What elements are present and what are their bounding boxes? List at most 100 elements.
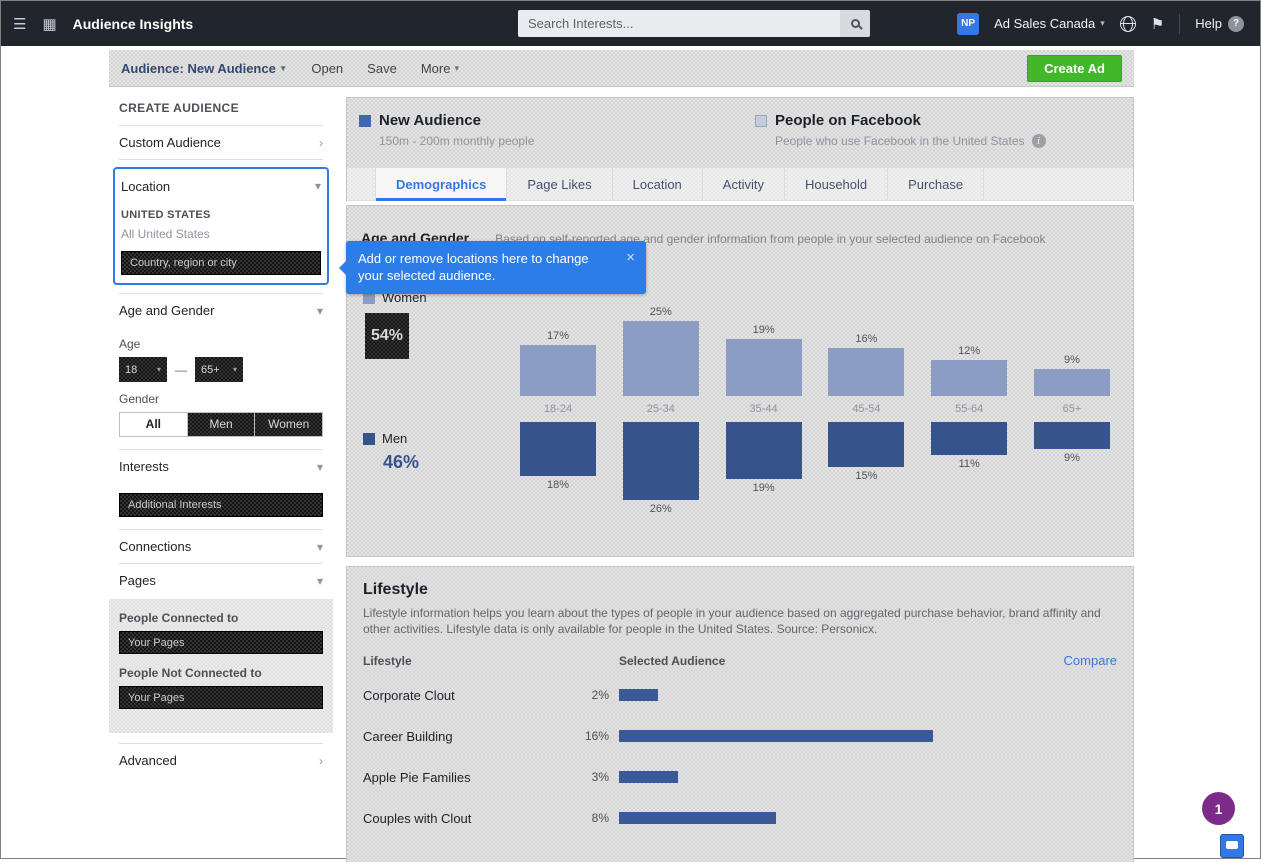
tabs: DemographicsPage LikesLocationActivityHo… bbox=[347, 167, 1133, 201]
globe-icon[interactable] bbox=[1120, 16, 1136, 32]
chart-legend: Women 54% Men 46% bbox=[357, 256, 507, 542]
chevron-down-icon: ▾ bbox=[454, 63, 459, 74]
lifestyle-value: 2% bbox=[573, 688, 619, 702]
sidebar-item-advanced[interactable]: Advanced › bbox=[119, 743, 323, 777]
chart-column: 17%18-2418% bbox=[511, 256, 605, 542]
women-bar bbox=[931, 360, 1007, 396]
profile-badge[interactable]: NP bbox=[957, 13, 979, 35]
account-menu[interactable]: Ad Sales Canada ▾ bbox=[994, 16, 1105, 31]
women-bar-label: 12% bbox=[958, 345, 980, 357]
notification-badge[interactable]: 1 bbox=[1202, 792, 1235, 825]
account-name: Ad Sales Canada bbox=[994, 16, 1095, 31]
location-section: Location ▾ UNITED STATES All United Stat… bbox=[113, 167, 329, 285]
info-icon[interactable] bbox=[1032, 134, 1046, 148]
lifestyle-name: Corporate Clout bbox=[363, 688, 573, 703]
chart-column: 16%45-5415% bbox=[819, 256, 913, 542]
chat-widget-button[interactable] bbox=[1220, 834, 1244, 858]
section-divider bbox=[119, 159, 323, 165]
chevron-down-icon: ▾ bbox=[315, 179, 321, 193]
navbar-left: ☰ ▦ Audience Insights bbox=[1, 15, 193, 33]
column-selected-audience[interactable]: Selected Audience bbox=[619, 654, 1064, 668]
lifestyle-title: Lifestyle bbox=[363, 581, 1117, 599]
chevron-down-icon: ▾ bbox=[1100, 18, 1105, 29]
sidebar-heading: CREATE AUDIENCE bbox=[119, 101, 323, 125]
tab-page-likes[interactable]: Page Likes bbox=[507, 168, 612, 201]
create-ad-button[interactable]: Create Ad bbox=[1027, 55, 1122, 82]
create-audience-sidebar: CREATE AUDIENCE Custom Audience › Locati… bbox=[109, 87, 333, 858]
chevron-down-icon: ▾ bbox=[233, 365, 237, 374]
pages-connected-input[interactable] bbox=[119, 631, 323, 654]
search-input[interactable] bbox=[518, 10, 840, 37]
open-menu[interactable]: Open bbox=[311, 61, 343, 76]
help-menu[interactable]: Help ? bbox=[1195, 16, 1244, 32]
lifestyle-row: Corporate Clout2% bbox=[363, 674, 1117, 715]
chevron-down-icon: ▾ bbox=[317, 460, 323, 474]
sidebar-item-connections[interactable]: Connections ▾ bbox=[119, 529, 323, 563]
women-bar-label: 16% bbox=[855, 333, 877, 345]
sidebar-item-interests[interactable]: Interests ▾ bbox=[119, 449, 323, 483]
tab-activity[interactable]: Activity bbox=[703, 168, 785, 201]
chart-column: 19%35-4419% bbox=[717, 256, 811, 542]
flag-icon[interactable]: ⚑ bbox=[1151, 15, 1164, 33]
location-input[interactable] bbox=[121, 251, 321, 275]
primary-audience-swatch bbox=[359, 115, 371, 127]
tab-purchase[interactable]: Purchase bbox=[888, 168, 984, 201]
men-legend-label: Men bbox=[382, 431, 407, 446]
compare-link[interactable]: Compare bbox=[1064, 653, 1117, 668]
age-axis-label: 35-44 bbox=[750, 396, 778, 422]
sidebar-item-age-and-gender[interactable]: Age and Gender ▾ bbox=[119, 293, 323, 327]
lifestyle-description: Lifestyle information helps you learn ab… bbox=[363, 605, 1105, 637]
location-country-group: UNITED STATES bbox=[121, 209, 321, 221]
sidebar-item-custom-audience[interactable]: Custom Audience › bbox=[119, 125, 323, 159]
age-axis-label: 65+ bbox=[1063, 396, 1082, 422]
men-bar-label: 18% bbox=[547, 479, 569, 491]
search-button[interactable] bbox=[840, 10, 870, 37]
gender-all-button[interactable]: All bbox=[119, 412, 188, 437]
gender-men-button[interactable]: Men bbox=[188, 412, 256, 437]
men-bar-label: 11% bbox=[959, 458, 980, 470]
primary-audience-subtitle: 150m - 200m monthly people bbox=[359, 134, 755, 148]
sidebar-item-pages[interactable]: Pages ▾ bbox=[119, 563, 323, 597]
comparison-audience-subtitle: People who use Facebook in the United St… bbox=[775, 134, 1025, 148]
chart-column: 25%25-3426% bbox=[614, 256, 708, 542]
legend-entry-women: Women 54% bbox=[363, 290, 507, 359]
lifestyle-name: Apple Pie Families bbox=[363, 770, 573, 785]
question-icon: ? bbox=[1228, 16, 1244, 32]
men-bar bbox=[520, 422, 596, 476]
column-lifestyle[interactable]: Lifestyle bbox=[363, 654, 619, 668]
lifestyle-value: 8% bbox=[573, 811, 619, 825]
tab-household[interactable]: Household bbox=[785, 168, 888, 201]
interests-input[interactable] bbox=[119, 493, 323, 517]
close-icon[interactable]: × bbox=[626, 248, 635, 267]
save-menu[interactable]: Save bbox=[367, 61, 397, 76]
gender-segmented-control: All Men Women bbox=[119, 412, 323, 437]
chart-header: Age and Gender Based on self-reported ag… bbox=[347, 206, 1133, 246]
chevron-down-icon: ▾ bbox=[281, 63, 286, 74]
navbar-right: NP Ad Sales Canada ▾ ⚑ Help ? bbox=[957, 1, 1244, 46]
hamburger-icon[interactable]: ☰ bbox=[13, 15, 26, 33]
men-bar bbox=[726, 422, 802, 479]
top-navbar: ☰ ▦ Audience Insights NP Ad Sales Canada… bbox=[1, 1, 1260, 46]
sidebar-item-location[interactable]: Location ▾ bbox=[121, 169, 321, 203]
age-axis-label: 25-34 bbox=[647, 396, 675, 422]
gender-women-button[interactable]: Women bbox=[255, 412, 323, 437]
lifestyle-card: Lifestyle Lifestyle information helps yo… bbox=[346, 566, 1134, 862]
age-max-select[interactable]: 65+ ▾ bbox=[195, 357, 243, 382]
women-share: 54% bbox=[365, 313, 409, 359]
women-bar bbox=[828, 348, 904, 396]
lifestyle-bar bbox=[619, 689, 658, 701]
pages-not-connected-input[interactable] bbox=[119, 686, 323, 709]
men-bar-label: 19% bbox=[753, 482, 775, 494]
apps-grid-icon[interactable]: ▦ bbox=[42, 15, 56, 33]
tab-location[interactable]: Location bbox=[613, 168, 703, 201]
pages-connected-label: People Connected to bbox=[119, 611, 323, 625]
location-value[interactable]: All United States bbox=[121, 227, 321, 241]
women-bar bbox=[623, 321, 699, 396]
age-min-select[interactable]: 18 ▾ bbox=[119, 357, 167, 382]
lifestyle-name: Couples with Clout bbox=[363, 811, 573, 826]
tab-demographics[interactable]: Demographics bbox=[375, 168, 507, 201]
more-menu[interactable]: More ▾ bbox=[421, 61, 459, 76]
chevron-down-icon: ▾ bbox=[317, 574, 323, 588]
women-bar-label: 9% bbox=[1064, 354, 1080, 366]
audience-menu[interactable]: Audience: New Audience ▾ bbox=[121, 61, 285, 76]
